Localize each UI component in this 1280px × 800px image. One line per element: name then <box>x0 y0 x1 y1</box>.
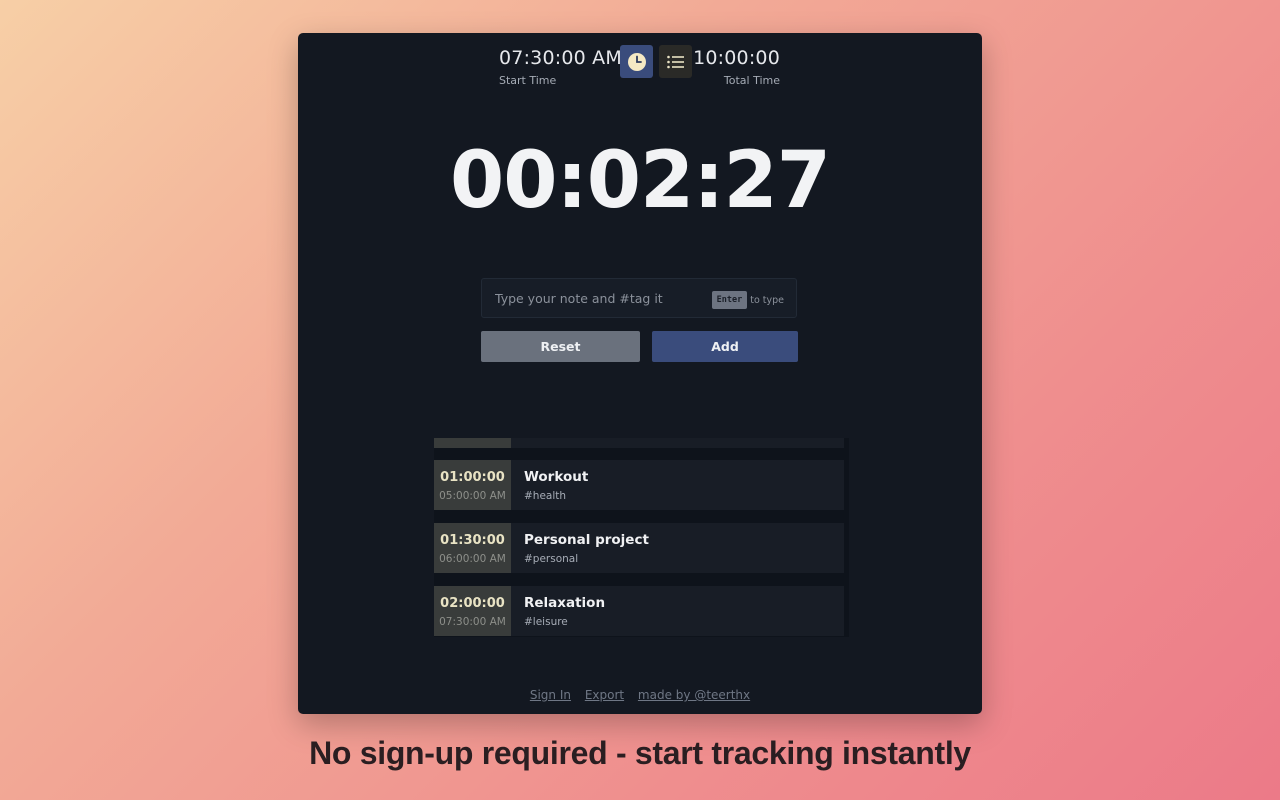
entry-note-column: Workout #health <box>524 469 588 503</box>
entry-note-column: Personal project #personal <box>524 532 649 566</box>
entry-duration: 01:00:00 <box>440 470 505 485</box>
total-time-label: Total Time <box>723 74 780 87</box>
reset-button[interactable]: Reset <box>481 331 640 362</box>
top-bar: 07:30:00 AM Start Time 10:00:00 Total Ti… <box>298 33 982 103</box>
clock-view-button[interactable] <box>620 45 653 78</box>
entry-duration: 02:00:00 <box>440 596 505 611</box>
export-link[interactable]: Export <box>585 688 624 702</box>
start-time-value: 07:30:00 AM <box>499 47 622 69</box>
clock-icon <box>627 52 646 71</box>
enter-hint-text: to type <box>750 294 784 306</box>
start-time-label: Start Time <box>499 74 557 87</box>
enter-hint: Enter to type <box>711 291 784 309</box>
entry-note-column: Relaxation #leisure <box>524 595 605 629</box>
entry-clock-time: 05:00:00 AM <box>439 490 506 502</box>
note-input[interactable] <box>482 279 712 317</box>
entry-duration: 01:30:00 <box>440 533 505 548</box>
footer: Sign In Export made by @teerthx <box>298 688 982 702</box>
entry-time-column: 01:30:00 06:00:00 AM <box>434 523 511 573</box>
app-window: 07:30:00 AM Start Time 10:00:00 Total Ti… <box>298 33 982 714</box>
entry-row-partial <box>434 438 844 448</box>
entry-clock-time: 06:00:00 AM <box>439 553 506 565</box>
entry-time-column <box>434 438 511 448</box>
entry-row[interactable]: 02:00:00 07:30:00 AM Relaxation #leisure <box>434 586 844 636</box>
total-time-display: 10:00:00 Total Time <box>693 46 780 87</box>
entry-time-column: 01:00:00 05:00:00 AM <box>434 460 511 510</box>
add-button[interactable]: Add <box>652 331 798 362</box>
entry-tag[interactable]: #health <box>524 489 588 503</box>
entry-tag[interactable]: #personal <box>524 552 649 566</box>
entry-time-column: 02:00:00 07:30:00 AM <box>434 586 511 636</box>
entry-clock-time: 07:30:00 AM <box>439 616 506 628</box>
elapsed-timer: 00:02:27 <box>449 136 831 226</box>
list-view-button[interactable] <box>659 45 692 78</box>
start-time-display: 07:30:00 AM Start Time <box>499 46 622 87</box>
entry-title: Workout <box>524 469 589 485</box>
entry-tag[interactable]: #leisure <box>524 615 605 629</box>
enter-key-badge: Enter <box>711 291 748 309</box>
total-time-value: 10:00:00 <box>693 47 780 69</box>
note-box: Enter to type <box>481 278 797 318</box>
credit-link[interactable]: made by @teerthx <box>638 688 750 702</box>
entry-title: Relaxation <box>524 595 606 611</box>
entry-row[interactable]: 01:30:00 06:00:00 AM Personal project #p… <box>434 523 844 573</box>
entry-title: Personal project <box>524 532 649 548</box>
sign-in-link[interactable]: Sign In <box>530 688 571 702</box>
entry-row[interactable]: 01:00:00 05:00:00 AM Workout #health <box>434 460 844 510</box>
entries-list: 01:00:00 05:00:00 AM Workout #health 01:… <box>434 438 849 637</box>
list-icon <box>666 55 684 68</box>
promo-caption: No sign-up required - start tracking ins… <box>309 735 971 771</box>
